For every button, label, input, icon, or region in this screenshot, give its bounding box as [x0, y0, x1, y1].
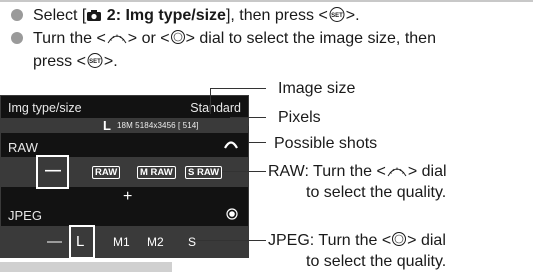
jpeg-option-m2[interactable]: M2 [147, 235, 164, 249]
step2-end: > dial to select the image size, then [185, 30, 436, 47]
set-button-icon: SET [86, 53, 104, 73]
callout-raw-line1: RAW: Turn the < > dial [268, 162, 447, 183]
image-info-bar: L 18M 5184x3456 [ 514] [1, 118, 248, 133]
raw-indicator-icon [224, 138, 238, 152]
jpeg-option-m1[interactable]: M1 [113, 235, 130, 249]
step2-cont-pre: press < [33, 53, 86, 70]
camera-icon [86, 8, 102, 27]
raw-label: RAW [8, 140, 38, 155]
step1-post: ], then press < [225, 7, 328, 24]
plus-sign: + [123, 188, 133, 205]
pixels-readout: 18M 5184x3456 [ 514] [117, 121, 199, 130]
camera-lcd-screen: Img type/size Standard L 18M 5184x3456 [… [0, 95, 249, 259]
screen-title: Img type/size [8, 101, 82, 115]
set-button-icon: SET [328, 7, 346, 27]
callout-jpeg-line1: JPEG: Turn the < > dial [268, 231, 446, 252]
jpeg-options-row[interactable]: — L M1 M2 S [1, 225, 248, 259]
leader-shots-horizontal [248, 142, 266, 143]
quick-control-dial-icon [170, 29, 186, 50]
step2-cont-end: >. [103, 53, 118, 70]
jpeg-indicator-icon [226, 208, 238, 223]
image-size-indicator: L [103, 118, 111, 133]
leader-pixels [230, 117, 266, 118]
step1-end: >. [345, 7, 360, 24]
step1-pre: Select [ [33, 7, 87, 24]
svg-text:SET: SET [331, 13, 343, 19]
step1-menu-name: 2: Img type/size [102, 7, 226, 24]
jpeg-option-s[interactable]: S [188, 235, 196, 249]
svg-text:SET: SET [89, 59, 101, 65]
bullet-icon [11, 9, 23, 21]
leader-jpeg [193, 240, 266, 241]
step2-mid: > or < [127, 30, 170, 47]
callout-pixels: Pixels [278, 109, 321, 126]
quick-control-dial-icon [391, 231, 407, 252]
leader-shots-vertical [248, 126, 249, 142]
step2-pre: Turn the < [33, 30, 106, 47]
leader-raw [222, 171, 266, 172]
leader-image-size-horizontal [210, 88, 266, 89]
jpeg-option-none[interactable]: — [47, 233, 62, 250]
main-dial-icon [106, 31, 128, 50]
raw-option-raw[interactable]: RAW [92, 166, 121, 179]
main-dial-icon [386, 164, 408, 183]
callout-possible-shots: Possible shots [274, 135, 378, 152]
bullet-icon [11, 32, 23, 44]
jpeg-option-l[interactable]: L [76, 233, 84, 250]
raw-option-none[interactable]: — [45, 162, 61, 180]
top-rule [0, 0, 533, 2]
callout-jpeg-line2: to select the quality. [306, 253, 447, 270]
callout-image-size: Image size [278, 80, 356, 97]
screen-mode: Standard [190, 101, 241, 115]
raw-option-sraw[interactable]: S RAW [185, 166, 223, 179]
jpeg-label: JPEG [8, 208, 42, 223]
callout-raw-line2: to select the quality. [306, 184, 447, 201]
raw-options-row[interactable]: — RAW M RAW S RAW [1, 155, 248, 189]
leader-image-size-vertical [210, 88, 211, 114]
page-tab-bar [0, 262, 172, 272]
raw-option-mraw[interactable]: M RAW [137, 166, 176, 179]
